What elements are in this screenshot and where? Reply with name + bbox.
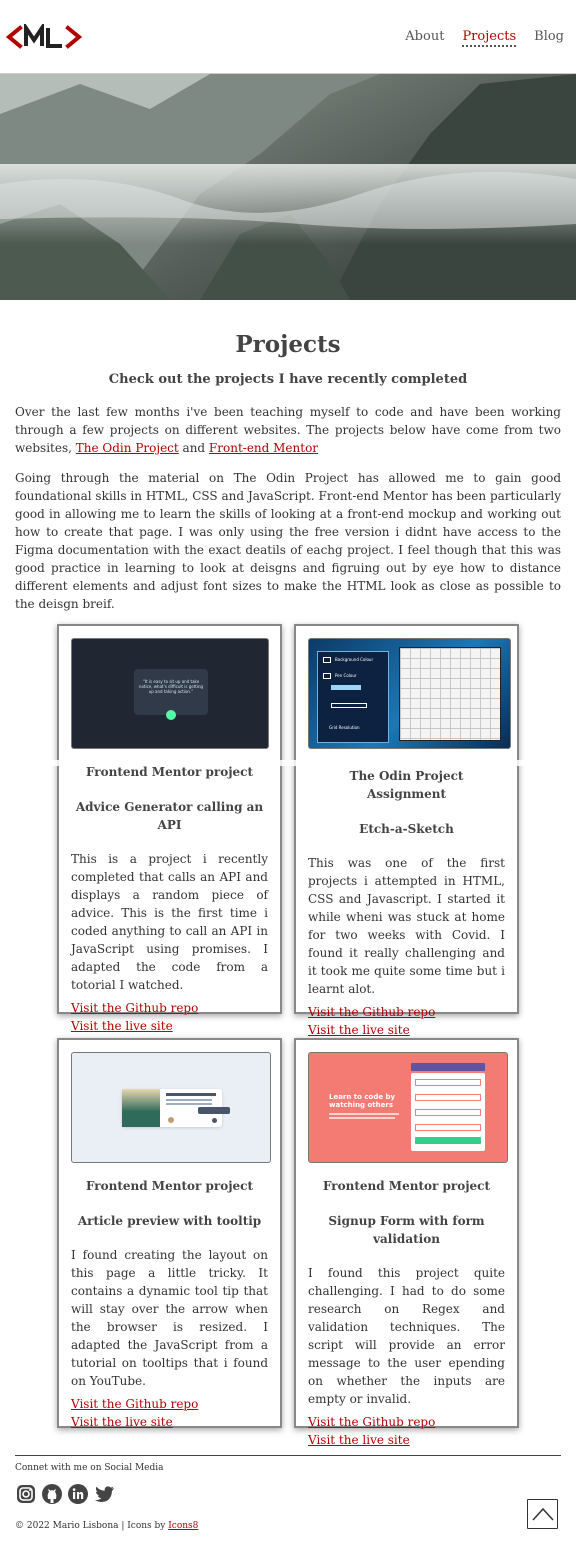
github-repo-link[interactable]: Visit the Github repo (308, 1413, 505, 1431)
page-subtitle: Check out the projects I have recently c… (108, 372, 468, 387)
project-title: Advice Generator calling an API (75, 800, 264, 832)
chevron-up-icon (531, 1507, 554, 1521)
live-site-link[interactable]: Visit the live site (308, 1021, 505, 1039)
avatar (168, 1117, 174, 1123)
project-title: Article preview with tooltip (77, 1214, 262, 1228)
intro-and: and (178, 441, 209, 455)
project-description: This is a project i recently completed t… (71, 852, 268, 992)
icons8-link[interactable]: Icons8 (168, 1521, 198, 1531)
nav-link-blog[interactable]: Blog (534, 29, 564, 47)
sketch-grid (399, 647, 501, 741)
color-swatch-icon (323, 657, 331, 663)
live-site-link[interactable]: Visit the live site (308, 1431, 505, 1449)
project-thumbnail[interactable]: “It is easy to sit up and take notice, w… (71, 638, 269, 749)
project-kicker: Frontend Mentor project (85, 1179, 254, 1193)
social-links (15, 1483, 115, 1505)
live-site-link[interactable]: Visit the live site (71, 1413, 268, 1431)
github-repo-link[interactable]: Visit the Github repo (71, 999, 268, 1017)
dice-button-icon (166, 710, 176, 720)
project-card: “It is easy to sit up and take notice, w… (57, 624, 282, 1033)
intro-paragraph: Over the last few months i've been teach… (15, 403, 561, 457)
linkedin-icon[interactable] (67, 1483, 89, 1505)
project-thumbnail[interactable] (71, 1052, 271, 1163)
github-repo-link[interactable]: Visit the Github repo (308, 1003, 505, 1021)
twitter-icon[interactable] (93, 1483, 115, 1505)
share-tooltip (198, 1107, 230, 1114)
project-card: Background Colour Pen Colour Grid Resolu… (294, 624, 519, 1037)
share-icon (212, 1118, 217, 1123)
advice-quote: “It is easy to sit up and take notice, w… (138, 679, 204, 694)
github-icon[interactable] (41, 1483, 63, 1505)
project-card: Frontend Mentor project Article preview … (57, 1038, 282, 1431)
project-description: This was one of the first projects i att… (308, 856, 505, 996)
project-thumbnail[interactable]: Background Colour Pen Colour Grid Resolu… (308, 638, 511, 749)
thumb-label: Background Colour (335, 657, 374, 662)
intro-paragraph-2: Going through the material on The Odin P… (15, 471, 561, 611)
footer-heading: Connet with me on Social Media (15, 1463, 164, 1473)
odin-project-link[interactable]: The Odin Project (76, 441, 179, 455)
signup-heading: Learn to code by watching others (329, 1093, 396, 1109)
drawers-image (122, 1089, 160, 1127)
project-title: Signup Form with form validation (328, 1214, 485, 1246)
frontend-mentor-link[interactable]: Front-end Mentor (209, 441, 318, 455)
live-site-link[interactable]: Visit the live site (71, 1017, 268, 1035)
project-card: Learn to code by watching others Fronten… (294, 1038, 519, 1447)
nav-link-about[interactable]: About (405, 29, 444, 47)
nav-link-projects[interactable]: Projects (462, 29, 517, 47)
project-description: I found creating the layout on this page… (71, 1248, 268, 1388)
instagram-icon[interactable] (15, 1483, 37, 1505)
copyright-text: © 2022 Mario Lisbona | Icons by (15, 1521, 169, 1531)
page-title: Projects (235, 331, 341, 358)
color-swatch-icon (323, 673, 331, 679)
projects-section: Projects Check out the projects I have r… (15, 300, 561, 613)
site-header: About Projects Blog (0, 0, 576, 74)
project-thumbnail[interactable]: Learn to code by watching others (308, 1052, 508, 1163)
project-description: I found this project quite challenging. … (308, 1266, 505, 1406)
main-nav: About Projects Blog (405, 29, 564, 47)
project-title: Etch-a-Sketch (359, 822, 454, 836)
back-to-top-button[interactable] (527, 1499, 558, 1529)
github-repo-link[interactable]: Visit the Github repo (71, 1395, 268, 1413)
thumb-label: Pen Colour (335, 673, 357, 678)
thumb-label: Grid Resolution (329, 725, 360, 730)
project-kicker: Frontend Mentor project (322, 1179, 491, 1193)
copyright: © 2022 Mario Lisbona | Icons by Icons8 (15, 1521, 198, 1531)
project-kicker: The Odin Project Assignment (349, 769, 464, 801)
hero-image (0, 74, 576, 300)
footer-divider (15, 1455, 561, 1456)
ml-logo[interactable] (6, 24, 82, 50)
